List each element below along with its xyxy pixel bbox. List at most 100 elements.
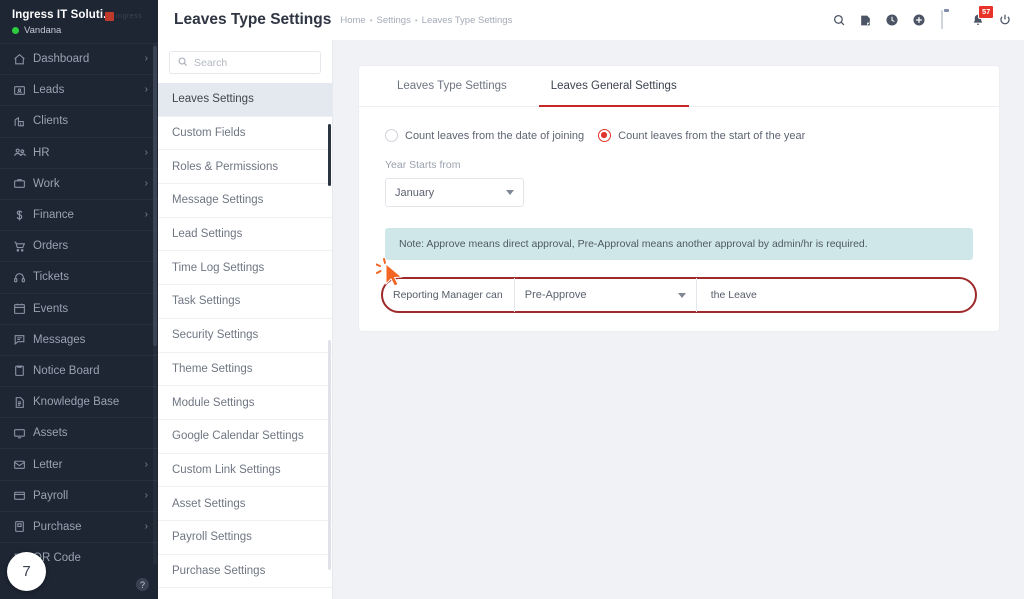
breadcrumb: Home • Settings • Leaves Type Settings [340, 15, 512, 26]
sidebar-scrollbar-thumb[interactable] [153, 46, 157, 346]
settings-item-purchase-settings[interactable]: Purchase Settings [158, 555, 332, 589]
chevron-right-icon: › [144, 177, 148, 189]
clipboard-icon [13, 364, 33, 377]
sidebar-item-dashboard[interactable]: Dashboard › [0, 43, 158, 74]
settings-item-time-log-settings[interactable]: Time Log Settings [158, 251, 332, 286]
topbar-icon-group: 57 [832, 5, 1012, 31]
tab-leaves-general-settings[interactable]: Leaves General Settings [538, 66, 689, 107]
settings-item-label: Security Settings [172, 329, 259, 342]
sidebar-item-payroll[interactable]: Payroll › [0, 479, 158, 511]
logo-mark-icon [105, 12, 114, 21]
sidebar-item-assets[interactable]: Assets [0, 417, 158, 448]
document-icon [13, 396, 33, 409]
year-starts-from-select[interactable]: January [385, 178, 524, 207]
sidebar-item-events[interactable]: Events [0, 292, 158, 324]
sidebar-item-label: Leads [33, 84, 65, 97]
purchase-icon [13, 520, 33, 533]
settings-nav-panel: Leaves Settings Custom Fields Roles & Pe… [158, 40, 333, 599]
year-starts-from-value: January [395, 186, 435, 199]
sidebar-item-label: Clients [33, 115, 69, 128]
chevron-right-icon: › [144, 520, 148, 532]
sidebar-item-label: Finance [33, 209, 74, 222]
settings-search-box[interactable] [169, 51, 321, 74]
online-status-dot [12, 27, 19, 34]
avatar-image [941, 9, 956, 30]
settings-item-google-calendar-settings[interactable]: Google Calendar Settings [158, 420, 332, 454]
sidebar-item-messages[interactable]: Messages [0, 323, 158, 355]
app-root: Ingress IT Soluti... Vandana ingress Das… [0, 0, 1024, 599]
sidebar-item-leads[interactable]: Leads › [0, 74, 158, 105]
chevron-right-icon: › [144, 84, 148, 96]
approval-note: Note: Approve means direct approval, Pre… [385, 228, 973, 260]
sidebar-item-label: Assets [33, 427, 68, 440]
help-icon[interactable]: ? [136, 578, 149, 591]
brand-logo: ingress [105, 11, 150, 22]
settings-item-roles-permissions[interactable]: Roles & Permissions [158, 150, 332, 185]
radio-label: Count leaves from the date of joining [405, 129, 585, 142]
sidebar-item-knowledge-base[interactable]: Knowledge Base [0, 386, 158, 417]
sidebar: Ingress IT Soluti... Vandana ingress Das… [0, 0, 158, 599]
settings-item-label: Asset Settings [172, 497, 246, 510]
wallet-icon [13, 489, 33, 502]
breadcrumb-item-settings[interactable]: Settings [377, 15, 411, 26]
headset-icon [13, 271, 33, 284]
breadcrumb-item-home[interactable]: Home [340, 15, 365, 26]
settings-scrollbar-thumb[interactable] [328, 124, 331, 186]
power-icon[interactable] [998, 13, 1012, 27]
sidebar-item-label: Messages [33, 333, 86, 346]
avatar[interactable] [939, 9, 958, 31]
radio-input-selected[interactable] [598, 129, 612, 142]
sidebar-item-notice-board[interactable]: Notice Board [0, 354, 158, 386]
settings-item-asset-settings[interactable]: Asset Settings [158, 487, 332, 521]
brand-header[interactable]: Ingress IT Soluti... Vandana ingress [0, 0, 158, 43]
sidebar-item-hr[interactable]: HR › [0, 136, 158, 168]
reporting-manager-prefix-label: Reporting Manager can [393, 289, 503, 301]
cart-icon [13, 240, 33, 253]
bell-icon[interactable]: 57 [971, 5, 995, 27]
breadcrumb-separator: • [369, 15, 373, 25]
step-indicator-bubble: 7 [7, 552, 46, 591]
sidebar-item-work[interactable]: Work › [0, 167, 158, 199]
search-input[interactable] [194, 56, 313, 69]
settings-item-label: Custom Link Settings [172, 463, 281, 476]
settings-item-task-settings[interactable]: Task Settings [158, 285, 332, 319]
sidebar-item-purchase[interactable]: Purchase › [0, 510, 158, 542]
settings-item-security-settings[interactable]: Security Settings [158, 319, 332, 353]
settings-card: Leaves Type Settings Leaves General Sett… [359, 66, 999, 331]
settings-item-lead-settings[interactable]: Lead Settings [158, 218, 332, 252]
reporting-manager-row[interactable]: Reporting Manager can Pre-Approve the Le… [381, 277, 977, 313]
sidebar-item-label: Notice Board [33, 364, 100, 377]
chevron-right-icon: › [144, 209, 148, 221]
settings-scrollbar-track[interactable] [328, 340, 331, 570]
sidebar-item-orders[interactable]: Orders [0, 230, 158, 261]
reporting-manager-action-select[interactable]: Pre-Approve [513, 278, 696, 312]
settings-item-label: Purchase Settings [172, 564, 266, 577]
breadcrumb-item-current: Leaves Type Settings [421, 14, 513, 26]
year-starts-from-label: Year Starts from [385, 159, 461, 171]
settings-item-leaves-settings[interactable]: Leaves Settings [158, 83, 332, 117]
settings-item-theme-settings[interactable]: Theme Settings [158, 353, 332, 387]
sidebar-item-label: HR [33, 146, 50, 159]
search-icon[interactable] [832, 13, 846, 27]
message-icon [13, 333, 33, 346]
user-status: Vandana [12, 25, 148, 36]
clock-icon[interactable] [885, 13, 899, 27]
settings-item-payroll-settings[interactable]: Payroll Settings [158, 521, 332, 555]
radio-option-start-of-year[interactable]: Count leaves from the start of the year [598, 129, 805, 142]
radio-option-date-of-joining[interactable]: Count leaves from the date of joining [385, 129, 584, 142]
plus-circle-icon[interactable] [912, 13, 926, 27]
note-icon[interactable] [859, 14, 872, 27]
radio-input[interactable] [385, 129, 398, 142]
sidebar-item-letter[interactable]: Letter › [0, 448, 158, 479]
settings-item-label: Payroll Settings [172, 531, 252, 544]
sidebar-item-finance[interactable]: Finance › [0, 198, 158, 230]
sidebar-item-clients[interactable]: Clients [0, 105, 158, 136]
settings-item-message-settings[interactable]: Message Settings [158, 184, 332, 218]
settings-search-wrapper [158, 40, 332, 83]
tab-leaves-type-settings[interactable]: Leaves Type Settings [385, 66, 519, 106]
breadcrumb-separator: • [414, 15, 418, 25]
settings-item-custom-fields[interactable]: Custom Fields [158, 117, 332, 151]
settings-item-custom-link-settings[interactable]: Custom Link Settings [158, 454, 332, 488]
settings-item-module-settings[interactable]: Module Settings [158, 386, 332, 420]
sidebar-item-tickets[interactable]: Tickets [0, 261, 158, 292]
